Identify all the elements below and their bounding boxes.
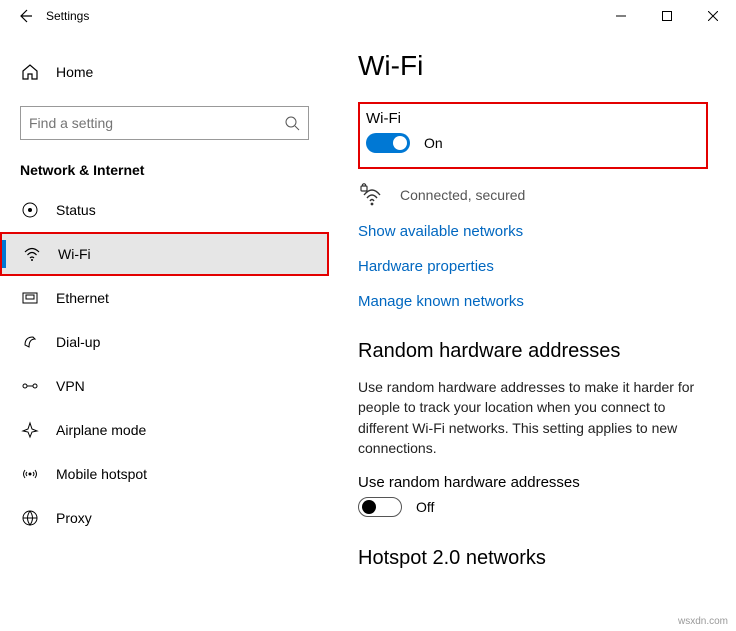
ethernet-icon	[20, 289, 40, 307]
search-icon	[284, 115, 300, 131]
status-icon	[20, 201, 40, 219]
home-nav[interactable]: Home	[0, 52, 329, 92]
secured-wifi-icon	[358, 181, 386, 209]
nav-item-status[interactable]: Status	[0, 188, 329, 232]
close-icon	[708, 11, 718, 21]
search-input[interactable]	[29, 115, 276, 131]
random-hw-toggle-label: Use random hardware addresses	[358, 474, 708, 491]
airplane-icon	[20, 421, 40, 439]
window-title: Settings	[46, 9, 89, 23]
category-heading: Network & Internet	[0, 140, 329, 188]
wifi-toggle-label: Wi-Fi	[366, 110, 696, 127]
connection-status-text: Connected, secured	[400, 187, 525, 203]
nav-item-vpn[interactable]: VPN	[0, 364, 329, 408]
wifi-toggle[interactable]	[366, 133, 410, 153]
nav-label: Proxy	[56, 510, 92, 526]
nav-label: Ethernet	[56, 290, 109, 306]
vpn-icon	[20, 377, 40, 395]
link-manage-known-networks[interactable]: Manage known networks	[358, 293, 708, 310]
search-box[interactable]	[20, 106, 309, 140]
wifi-toggle-state: On	[424, 135, 443, 151]
maximize-icon	[662, 11, 672, 21]
random-hw-description: Use random hardware addresses to make it…	[358, 377, 708, 458]
back-arrow-icon	[17, 8, 33, 24]
hotspot-icon	[20, 465, 40, 483]
random-hw-heading: Random hardware addresses	[358, 340, 708, 363]
nav-item-ethernet[interactable]: Ethernet	[0, 276, 329, 320]
nav-item-hotspot[interactable]: Mobile hotspot	[0, 452, 329, 496]
wifi-icon	[22, 245, 42, 263]
watermark: wsxdn.com	[678, 616, 728, 627]
nav-item-airplane[interactable]: Airplane mode	[0, 408, 329, 452]
page-title: Wi-Fi	[358, 50, 708, 82]
titlebar: Settings	[0, 0, 736, 32]
nav-label: VPN	[56, 378, 85, 394]
dialup-icon	[20, 333, 40, 351]
nav-item-dialup[interactable]: Dial-up	[0, 320, 329, 364]
home-icon	[20, 63, 40, 81]
maximize-button[interactable]	[644, 0, 690, 32]
minimize-icon	[616, 11, 626, 21]
random-hw-toggle[interactable]	[358, 497, 402, 517]
link-show-networks[interactable]: Show available networks	[358, 223, 708, 240]
nav-label: Dial-up	[56, 334, 100, 350]
nav-label: Status	[56, 202, 96, 218]
nav-label: Wi-Fi	[58, 246, 91, 262]
nav-label: Mobile hotspot	[56, 466, 147, 482]
nav-item-proxy[interactable]: Proxy	[0, 496, 329, 540]
proxy-icon	[20, 509, 40, 527]
hotspot-heading: Hotspot 2.0 networks	[358, 547, 708, 570]
connection-status-row: Connected, secured	[358, 181, 708, 209]
sidebar: Home Network & Internet Status Wi-Fi	[0, 32, 330, 631]
nav-label: Airplane mode	[56, 422, 146, 438]
home-label: Home	[56, 64, 93, 80]
close-button[interactable]	[690, 0, 736, 32]
back-button[interactable]	[10, 8, 40, 24]
nav-list: Status Wi-Fi Ethernet Dial-up VPN	[0, 188, 329, 540]
content-pane: Wi-Fi Wi-Fi On Connected, secured Show a…	[330, 32, 736, 631]
random-hw-toggle-state: Off	[416, 499, 434, 515]
wifi-toggle-section: Wi-Fi On	[358, 102, 708, 169]
minimize-button[interactable]	[598, 0, 644, 32]
link-hardware-properties[interactable]: Hardware properties	[358, 258, 708, 275]
nav-item-wifi[interactable]: Wi-Fi	[0, 232, 329, 276]
